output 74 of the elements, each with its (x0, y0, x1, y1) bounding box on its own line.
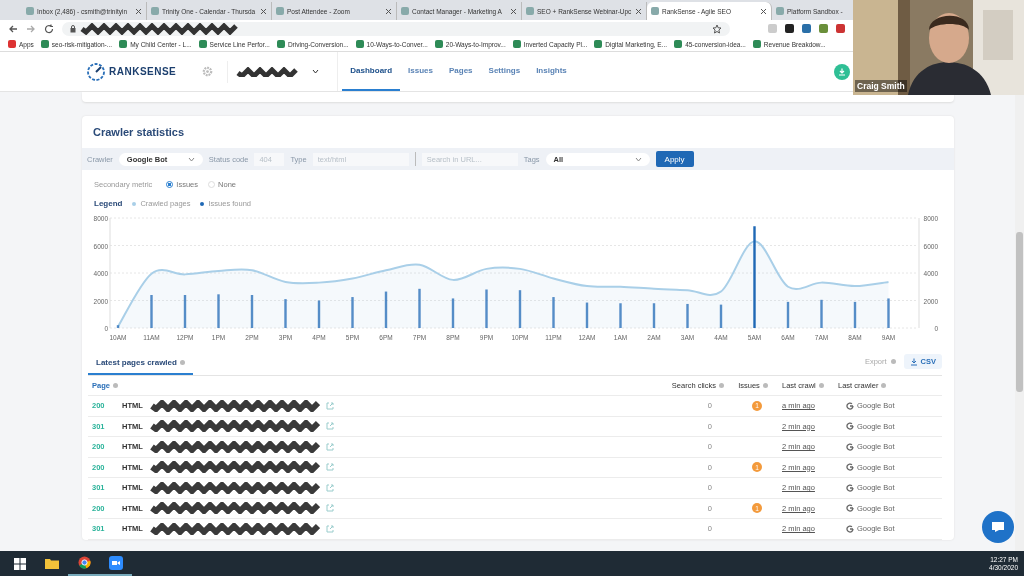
google-icon (846, 524, 854, 533)
chat-icon (991, 521, 1005, 533)
logo[interactable]: RANKSENSE (109, 66, 177, 77)
bar (351, 297, 354, 328)
bar (317, 300, 321, 328)
bar (652, 303, 656, 328)
page-icon (401, 7, 409, 15)
close-icon[interactable] (635, 7, 642, 15)
legend-label: Legend (94, 199, 123, 208)
bar (485, 289, 488, 328)
back-icon[interactable] (8, 23, 18, 34)
page-icon (776, 7, 784, 15)
google-icon (846, 483, 854, 492)
google-icon (846, 401, 854, 410)
close-icon[interactable] (260, 7, 267, 15)
info-icon (719, 383, 724, 388)
bar (686, 303, 689, 328)
info-icon (818, 383, 824, 388)
page-icon (276, 7, 284, 15)
bar (418, 288, 421, 328)
info-icon (179, 360, 185, 365)
bar (284, 299, 287, 328)
reload-icon[interactable] (44, 23, 54, 34)
nav-tab[interactable]: Settings (480, 52, 529, 91)
bar (585, 302, 589, 328)
info-icon (762, 383, 768, 388)
page-icon (526, 7, 534, 15)
bar (552, 297, 555, 328)
bar (786, 301, 790, 328)
address-bar[interactable] (62, 21, 730, 36)
nav-tab[interactable]: Issues (400, 52, 441, 91)
bar (619, 303, 622, 328)
close-icon[interactable] (135, 7, 142, 15)
google-icon (846, 463, 854, 472)
table-tab[interactable]: Latest pages crawled (88, 352, 193, 375)
page-icon (651, 7, 659, 15)
bar (183, 295, 187, 328)
lock-icon (70, 24, 76, 33)
bar (250, 295, 254, 328)
bar (820, 299, 823, 328)
bar (887, 298, 890, 328)
gauge-icon (86, 61, 106, 82)
scrollbar[interactable] (1015, 92, 1024, 551)
info-icon (890, 359, 896, 364)
google-icon (846, 442, 854, 451)
close-icon[interactable] (385, 7, 392, 15)
bar (116, 325, 120, 328)
bar (217, 294, 220, 328)
nav-tab[interactable]: Insights (528, 52, 575, 91)
chat-button[interactable] (982, 511, 1014, 543)
close-icon[interactable] (510, 7, 517, 15)
caret-icon (634, 156, 642, 162)
page-icon (26, 7, 34, 15)
bar (451, 298, 455, 328)
participant-name: Craig Smith (855, 80, 907, 92)
download-icon (838, 67, 846, 76)
google-icon (846, 422, 854, 431)
bar (853, 301, 857, 328)
caret-icon (187, 156, 195, 162)
info-icon (112, 383, 118, 388)
bar (384, 291, 388, 328)
bar (518, 290, 522, 328)
close-icon[interactable] (760, 7, 767, 15)
page-icon (151, 7, 159, 15)
download-icon (909, 357, 918, 366)
bar (719, 304, 723, 328)
card-title: Crawler statistics (92, 125, 186, 140)
info-icon (881, 383, 887, 388)
apply-button[interactable]: Apply (655, 151, 694, 167)
google-icon (846, 504, 854, 513)
caret-icon (312, 69, 320, 74)
star-icon[interactable] (712, 23, 722, 34)
nav-tab[interactable]: Pages (441, 52, 481, 91)
bar (150, 295, 153, 328)
